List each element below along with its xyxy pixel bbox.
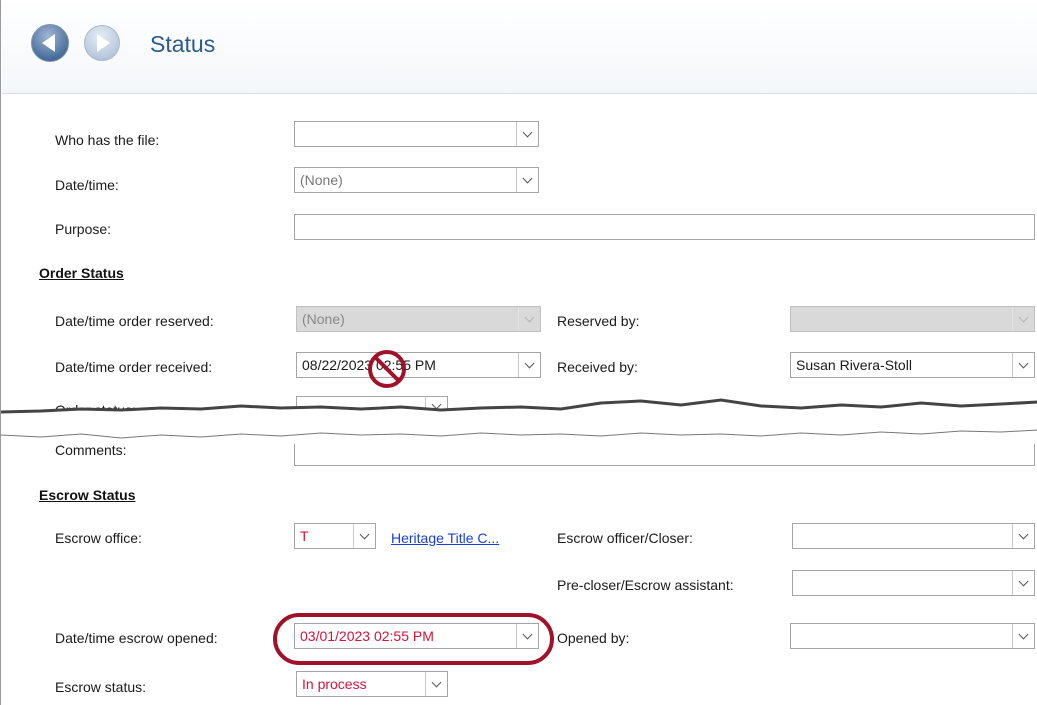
escrow-office-link[interactable]: Heritage Title C... (391, 530, 499, 546)
dropdown-button[interactable] (516, 168, 538, 192)
dropdown-button[interactable] (425, 672, 447, 696)
escrow-status-label: Escrow status: (55, 679, 147, 695)
received-by-dropdown[interactable]: Susan Rivera-Stoll (790, 352, 1035, 378)
chevron-down-icon (431, 677, 442, 687)
date-time-label: Date/time: (55, 177, 119, 193)
reserved-by-label: Reserved by: (557, 313, 640, 329)
reserved-by-dropdown (790, 306, 1035, 332)
order-reserved-label: Date/time order reserved: (55, 313, 214, 329)
chevron-down-icon (1018, 629, 1029, 639)
purpose-label: Purpose: (55, 221, 112, 237)
comments-input[interactable] (294, 444, 1035, 466)
dropdown-button[interactable] (1012, 353, 1034, 377)
highlight-oval (273, 613, 554, 665)
received-by-label: Received by: (557, 359, 638, 375)
escrow-status-dropdown[interactable]: In process (296, 671, 448, 697)
dropdown-button[interactable] (1012, 624, 1034, 648)
page-title: Status (150, 31, 216, 57)
date-time-dropdown[interactable]: (None) (294, 167, 539, 193)
forward-button[interactable] (84, 25, 120, 61)
order-received-dropdown[interactable]: 08/22/2023 02:55 PM (296, 352, 541, 378)
chevron-down-icon (522, 127, 533, 137)
escrow-officer-label: Escrow officer/Closer: (557, 530, 693, 546)
dropdown-button[interactable] (1012, 524, 1034, 548)
dropdown-button[interactable] (353, 524, 375, 548)
dropdown-button (1012, 307, 1034, 331)
order-reserved-value: (None) (302, 311, 345, 327)
received-by-value: Susan Rivera-Stoll (796, 357, 912, 373)
order-received-label: Date/time order received: (55, 359, 213, 375)
purpose-input[interactable] (294, 214, 1035, 240)
dropdown-button (518, 307, 540, 331)
back-button[interactable] (31, 24, 69, 62)
chevron-down-icon (524, 358, 535, 368)
chevron-down-icon (1018, 576, 1029, 586)
chevron-down-icon (1018, 358, 1029, 368)
back-arrow-icon (42, 34, 55, 52)
chevron-down-icon (1018, 529, 1029, 539)
comments-label: Comments: (55, 442, 127, 458)
dropdown-button[interactable] (1012, 571, 1034, 595)
escrow-status-value: In process (302, 676, 367, 692)
pre-closer-label: Pre-closer/Escrow assistant: (557, 577, 734, 593)
date-time-value: (None) (300, 172, 343, 188)
escrow-officer-dropdown[interactable] (792, 523, 1035, 549)
escrow-office-label: Escrow office: (55, 530, 142, 546)
header-bar: Status (2, 0, 1037, 94)
chevron-down-icon (1018, 312, 1029, 322)
order-reserved-dropdown: (None) (296, 306, 541, 332)
forward-arrow-icon (97, 34, 110, 52)
order-status-heading: Order Status (39, 265, 124, 281)
prohibited-icon (368, 350, 406, 388)
opened-by-dropdown[interactable] (790, 623, 1035, 649)
status-panel: Status Who has the file: Date/time: (Non… (0, 0, 1037, 705)
escrow-status-heading: Escrow Status (39, 487, 136, 503)
who-has-file-dropdown[interactable] (294, 121, 539, 147)
chevron-down-icon (524, 312, 535, 322)
pre-closer-dropdown[interactable] (792, 570, 1035, 596)
escrow-office-value: T (300, 528, 309, 544)
dropdown-button[interactable] (516, 122, 538, 146)
escrow-office-dropdown[interactable]: T (294, 523, 376, 549)
dropdown-button[interactable] (518, 353, 540, 377)
opened-by-label: Opened by: (557, 630, 630, 646)
chevron-down-icon (359, 529, 370, 539)
chevron-down-icon (522, 173, 533, 183)
who-has-file-label: Who has the file: (55, 132, 160, 148)
escrow-opened-label: Date/time escrow opened: (55, 630, 218, 646)
